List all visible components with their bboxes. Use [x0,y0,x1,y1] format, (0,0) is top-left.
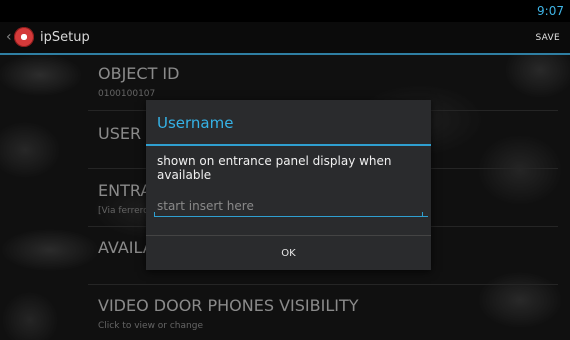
action-bar: ‹ ipSetup SAVE [0,22,570,55]
input-underline-tick [154,212,155,217]
dialog-message: shown on entrance panel display when ava… [157,154,392,182]
username-input[interactable] [154,196,428,217]
chevron-left-icon[interactable]: ‹ [6,29,12,45]
ok-button[interactable]: OK [146,236,431,270]
status-bar: 9:07 [0,0,570,22]
dialog-title-divider [146,144,431,146]
app-logo-icon[interactable] [14,27,34,47]
username-dialog: Username shown on entrance panel display… [146,100,431,270]
dialog-title: Username [157,114,234,132]
app-title[interactable]: ipSetup [40,30,90,45]
save-button[interactable]: SAVE [535,33,560,43]
status-time: 9:07 [537,4,564,18]
input-underline-tick [422,212,423,217]
